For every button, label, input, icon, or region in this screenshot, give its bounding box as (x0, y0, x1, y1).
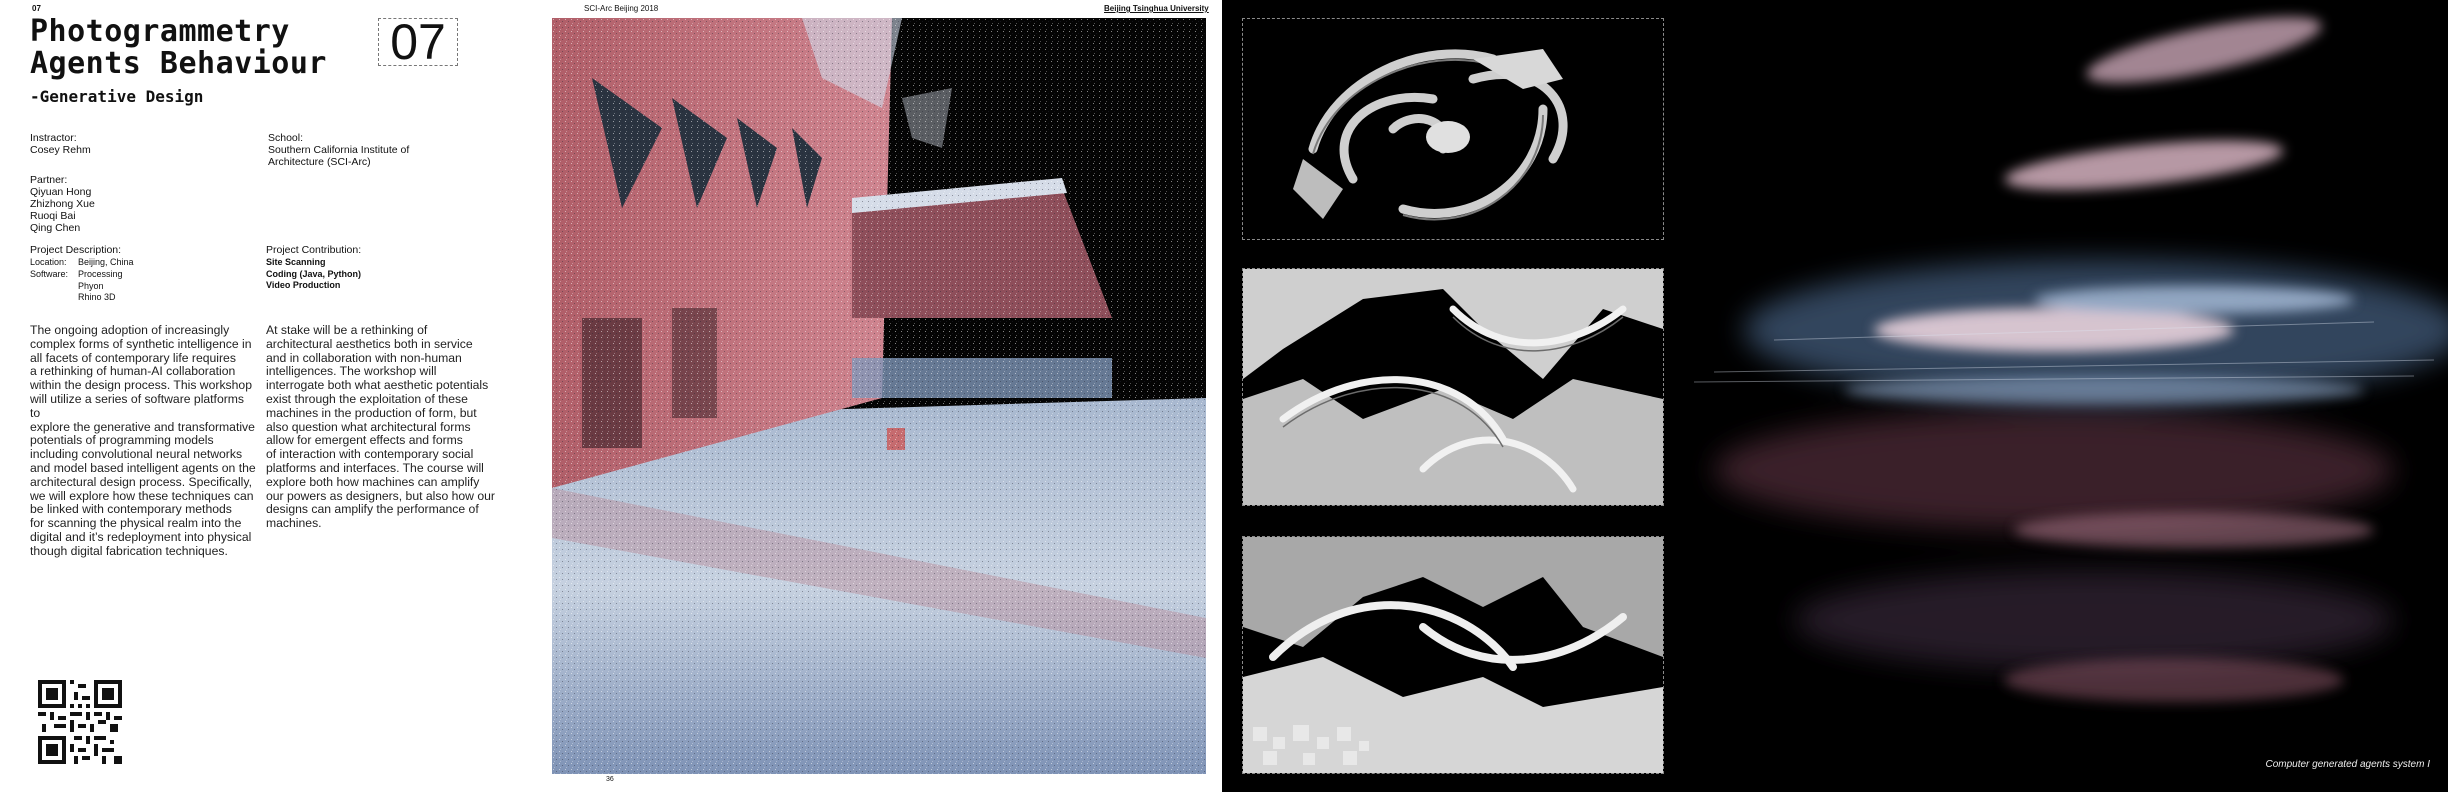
location-label: Location: (30, 257, 67, 267)
partner-name: Zhizhong Xue (30, 198, 95, 210)
body-line: The ongoing adoption of increasingly (30, 323, 230, 337)
body-line: architectural aesthetics both in service (266, 336, 473, 351)
body-line: our powers as designers, but also how ou… (266, 488, 495, 503)
project-subtitle: -Generative Design (30, 87, 204, 106)
project-description-block: Project Description: (30, 244, 121, 256)
body-line: though digital fabrication techniques. (30, 543, 228, 558)
section-number: 07 (378, 17, 458, 67)
project-title: Photogrammetry Agents Behaviour (30, 16, 327, 80)
school-label: School: (268, 132, 304, 144)
agent-render-1 (1242, 18, 1664, 240)
location-row: Location: (30, 257, 67, 269)
body-line: of interaction with contemporary social (266, 447, 474, 462)
body-line: architectural design process. Specifical… (30, 474, 252, 489)
body-line: At stake will be a rethinking of (266, 323, 428, 337)
title-line-2: Agents Behaviour (30, 46, 327, 81)
body-line: explore both how machines can amplify (266, 474, 480, 489)
running-header-left: SCI-Arc Beijing 2018 (584, 4, 659, 13)
partner-block: Partner: Qiyuan Hong Zhizhong Xue Ruoqi … (30, 174, 95, 234)
project-contribution-label: Project Contribution: (266, 244, 362, 256)
body-line: also question what architectural forms (266, 419, 471, 434)
folio-number: 36 (606, 776, 614, 783)
instructor-name: Cosey Rehm (30, 144, 91, 156)
contribution-item: Video Production (266, 280, 341, 290)
point-cloud-photo (552, 18, 1206, 774)
page-number: 07 (32, 4, 41, 13)
body-line: we will explore how these techniques can (30, 488, 254, 503)
body-line: for scanning the physical realm into the (30, 516, 242, 531)
body-line: all facets of contemporary life requires (30, 350, 236, 365)
body-line: and in collaboration with non-human (266, 350, 462, 365)
instructor-label: Instractor: (30, 132, 77, 144)
agent-trails-image (1674, 0, 2448, 792)
body-line: explore the generative and transformativ… (30, 419, 255, 434)
body-line: intelligences. The workshop will (266, 364, 437, 379)
location-value: Beijing, China (78, 257, 134, 267)
school-block: School: Southern California Institute of… (268, 132, 409, 168)
project-description-label: Project Description: (30, 244, 122, 256)
partner-name: Qiyuan Hong (30, 186, 92, 198)
qr-code (38, 680, 122, 764)
software-item: Rhino 3D (78, 292, 116, 302)
body-line: machines in the production of form, but (266, 405, 477, 420)
figure-caption: Computer generated agents system I (2265, 759, 2430, 770)
body-line: machines. (266, 516, 322, 531)
running-header-right: Beijing Tsinghua University (1104, 4, 1209, 13)
body-line: potentials of programming models (30, 433, 214, 448)
body-line: will utilize a series of software platfo… (30, 391, 245, 420)
body-line: a rethinking of human-AI collaboration (30, 364, 236, 379)
right-page: Computer generated agents system I (1222, 0, 2448, 792)
software-label: Software: (30, 269, 69, 279)
body-column-2: At stake will be a rethinking of archite… (266, 323, 496, 531)
body-column-1: The ongoing adoption of increasingly com… (30, 323, 256, 559)
body-line: interrogate both what aesthetic potentia… (266, 378, 489, 393)
software-list: Processing Phyon Rhino 3D (78, 269, 123, 304)
body-line: complex forms of synthetic intelligence … (30, 336, 252, 351)
contribution-item: Site Scanning (266, 257, 326, 267)
school-line-1: Southern California Institute of (268, 144, 410, 156)
partner-label: Partner: (30, 174, 68, 186)
partner-name: Qing Chen (30, 222, 81, 234)
body-line: including convolutional neural networks (30, 447, 243, 462)
agent-render-3 (1242, 536, 1664, 774)
software-item: Phyon (78, 280, 104, 291)
body-line: and model based intelligent agents on th… (30, 460, 256, 475)
body-line: be linked with contemporary methods (30, 502, 232, 517)
body-line: allow for emergent effects and forms (266, 433, 463, 448)
body-line: designs can amplify the performance of (266, 502, 479, 517)
body-line: exist through the exploitation of these (266, 391, 468, 406)
contribution-item: Coding (Java, Python) (266, 268, 362, 279)
partner-name: Ruoqi Bai (30, 210, 76, 222)
title-line-1: Photogrammetry (30, 14, 290, 49)
body-line: digital and it’s redeployment into physi… (30, 529, 252, 544)
instructor-block: Instractor: Cosey Rehm (30, 132, 91, 156)
school-line-2: Architecture (SCI-Arc) (268, 156, 371, 168)
left-page: 07 Photogrammetry Agents Behaviour -Gene… (0, 0, 1222, 792)
contribution-list: Site Scanning Coding (Java, Python) Vide… (266, 257, 361, 292)
software-item: Processing (78, 269, 123, 279)
body-line: within the design process. This workshop (30, 378, 252, 393)
body-line: platforms and interfaces. The course wil… (266, 460, 484, 475)
agent-render-2 (1242, 268, 1664, 506)
